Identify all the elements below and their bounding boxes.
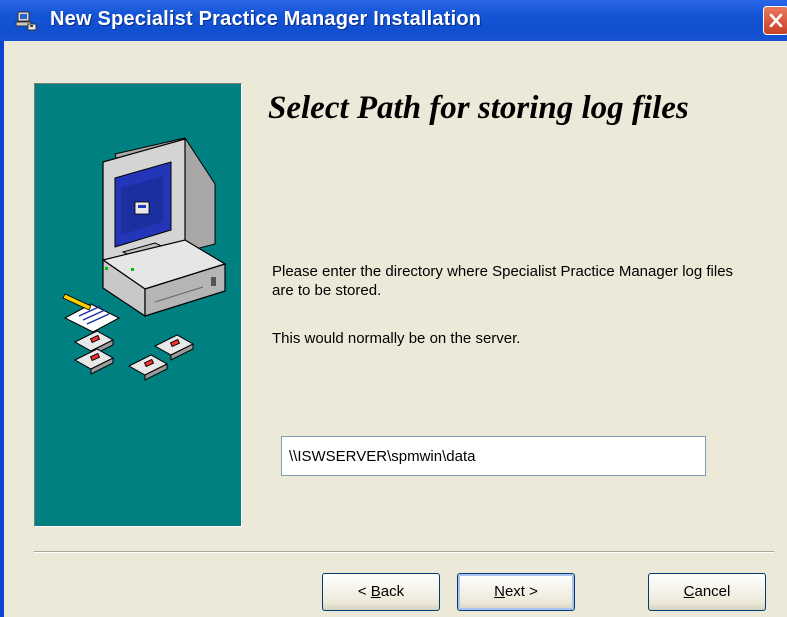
next-button[interactable]: Next > — [457, 573, 575, 611]
cancel-button[interactable]: Cancel — [648, 573, 766, 611]
instruction-text: Please enter the directory where Special… — [272, 263, 734, 299]
back-button-label: ack — [380, 583, 405, 600]
cancel-button-access-key: C — [683, 583, 695, 600]
close-icon — [769, 13, 783, 28]
server-note-text: This would normally be on the server. — [272, 330, 521, 347]
back-button[interactable]: < Back — [322, 573, 440, 611]
back-button-prefix: < — [357, 583, 371, 600]
log-path-input[interactable] — [281, 436, 706, 476]
cancel-button-label: ancel — [694, 583, 731, 600]
title-bar[interactable]: New Specialist Practice Manager Installa… — [0, 0, 787, 41]
close-button[interactable] — [763, 6, 787, 35]
next-button-label: ext > — [504, 583, 538, 600]
page-heading: Select Path for storing log files — [268, 90, 689, 126]
computer-illustration-icon — [62, 137, 227, 381]
button-separator — [34, 551, 774, 553]
wizard-side-panel — [34, 83, 242, 527]
back-button-access-key: B — [370, 583, 381, 600]
next-button-access-key: N — [494, 583, 505, 600]
window-title: New Specialist Practice Manager Installa… — [50, 8, 482, 30]
installer-icon — [15, 10, 37, 32]
